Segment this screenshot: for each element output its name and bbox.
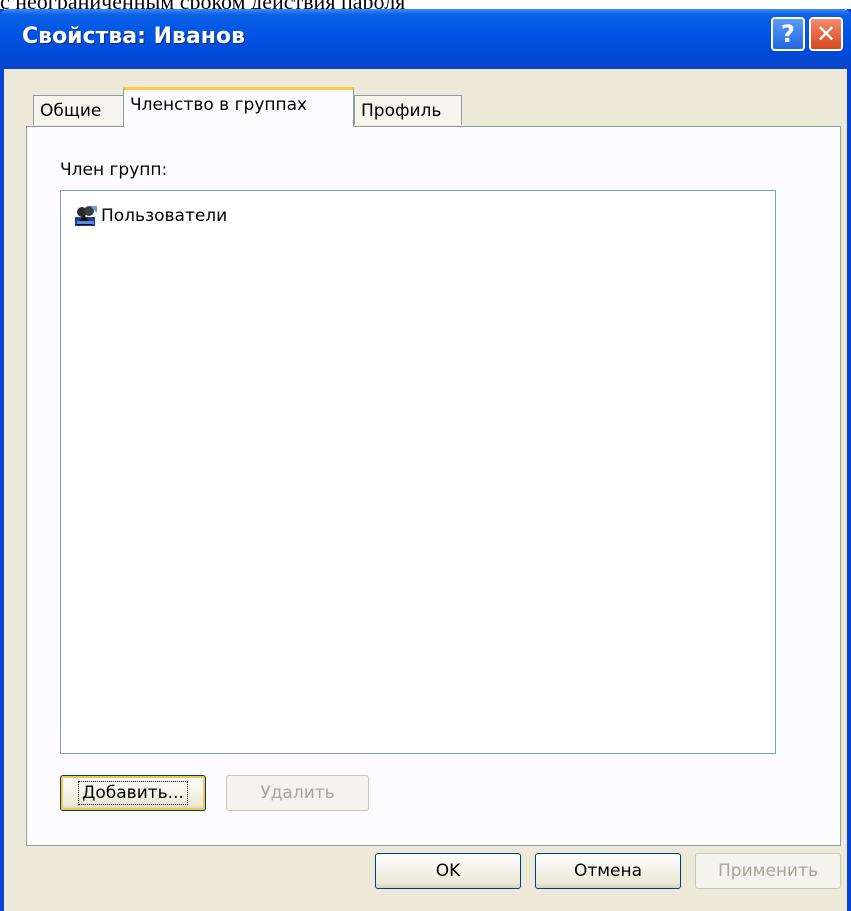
ok-button[interactable]: OK <box>375 853 521 889</box>
page-caption: с неограниченным сроком действия пароля <box>0 0 851 9</box>
tab-general[interactable]: Общие <box>33 95 125 125</box>
add-button[interactable]: Добавить... <box>60 775 206 811</box>
tab-profile[interactable]: Профиль <box>354 95 462 125</box>
help-button[interactable]: ? <box>771 17 805 51</box>
apply-button[interactable]: Применить <box>695 853 841 889</box>
group-name: Пользователи <box>101 206 228 226</box>
member-of-list[interactable]: Пользователи <box>60 190 776 754</box>
member-of-label: Член групп: <box>60 160 168 180</box>
add-button-label: Добавить... <box>78 781 188 805</box>
window-title: Свойства: Иванов <box>22 24 246 49</box>
help-icon: ? <box>781 20 795 48</box>
cancel-button[interactable]: Отмена <box>535 853 681 889</box>
title-bar[interactable]: Свойства: Иванов ? ✕ <box>0 9 851 69</box>
close-button[interactable]: ✕ <box>809 17 843 51</box>
remove-button[interactable]: Удалить <box>226 775 369 811</box>
list-item[interactable]: Пользователи <box>73 203 227 229</box>
group-membership-panel: Член групп: Пользователи Добавить... Уда… <box>26 126 841 846</box>
properties-dialog: Свойства: Иванов ? ✕ Общие Членство в гр… <box>0 9 851 911</box>
user-group-icon <box>75 206 97 226</box>
close-icon: ✕ <box>815 20 837 48</box>
tab-group-membership[interactable]: Членство в группах <box>123 87 354 127</box>
